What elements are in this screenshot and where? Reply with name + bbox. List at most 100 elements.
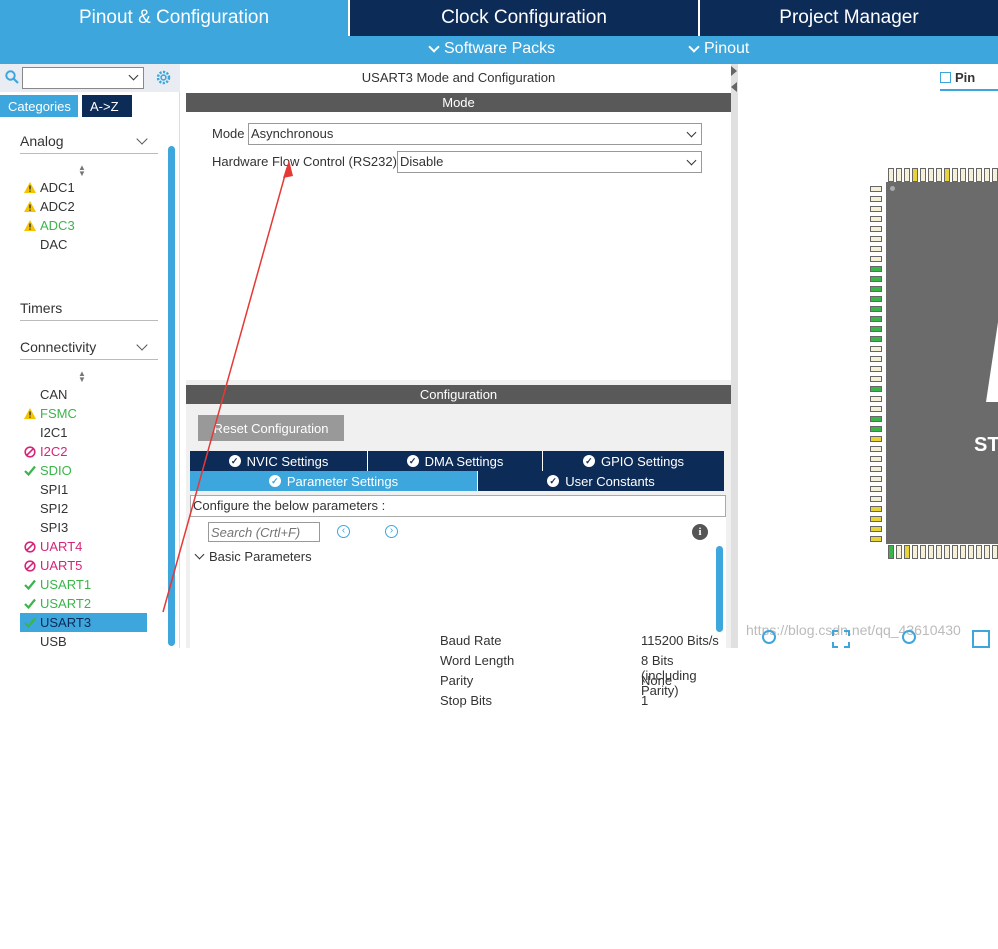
- tab-dma-settings[interactable]: ✓ DMA Settings: [368, 451, 543, 471]
- param-value[interactable]: None: [641, 673, 672, 688]
- fit-view-icon[interactable]: [832, 630, 850, 648]
- chip-pin[interactable]: [870, 356, 882, 362]
- list-item-usb[interactable]: USB: [20, 632, 147, 651]
- flow-control-select[interactable]: Disable: [397, 151, 702, 173]
- tab-nvic-settings[interactable]: ✓ NVIC Settings: [190, 451, 368, 471]
- chip-pin[interactable]: [904, 168, 910, 182]
- next-match-icon[interactable]: ›: [385, 525, 398, 538]
- list-item-usart2[interactable]: USART2: [20, 594, 147, 613]
- chip-pin[interactable]: [870, 326, 882, 332]
- chip-pin[interactable]: [870, 536, 882, 542]
- tab-categories[interactable]: Categories: [0, 95, 78, 117]
- basic-parameters-group[interactable]: Basic Parameters: [194, 549, 312, 564]
- chip-pin[interactable]: [976, 545, 982, 559]
- chip-pin[interactable]: [870, 206, 882, 212]
- previous-match-icon[interactable]: ‹: [337, 525, 350, 538]
- chip-pin[interactable]: [870, 316, 882, 322]
- category-scrollbar[interactable]: [168, 146, 175, 646]
- chip-pin[interactable]: [870, 506, 882, 512]
- tab-a-to-z[interactable]: A->Z: [82, 95, 132, 117]
- chip-pin[interactable]: [870, 456, 882, 462]
- chip-pin[interactable]: [952, 168, 958, 182]
- chip-pin[interactable]: [912, 168, 918, 182]
- list-item-uart4[interactable]: UART4: [20, 537, 147, 556]
- chip-pin[interactable]: [912, 545, 918, 559]
- chip-pin[interactable]: [870, 526, 882, 532]
- section-connectivity[interactable]: Connectivity: [20, 334, 158, 360]
- chip-pin[interactable]: [870, 416, 882, 422]
- tab-project-manager[interactable]: Project Manager: [700, 0, 998, 36]
- chip-pin[interactable]: [870, 406, 882, 412]
- chip-pin[interactable]: [870, 306, 882, 312]
- chip-pin[interactable]: [960, 168, 966, 182]
- chip-pin[interactable]: [870, 236, 882, 242]
- chip-pin[interactable]: [870, 446, 882, 452]
- pinout-menu[interactable]: Pinout: [688, 40, 749, 58]
- list-item-spi1[interactable]: SPI1: [20, 480, 147, 499]
- list-item-i2c1[interactable]: I2C1: [20, 423, 147, 442]
- mcu-chip[interactable]: ST: [886, 182, 998, 544]
- chip-pin[interactable]: [870, 226, 882, 232]
- list-item-can[interactable]: CAN: [20, 385, 147, 404]
- chip-pin[interactable]: [870, 266, 882, 272]
- list-item-sdio[interactable]: SDIO: [20, 461, 147, 480]
- list-item-dac[interactable]: DAC: [20, 235, 147, 254]
- chip-pin[interactable]: [992, 168, 998, 182]
- chip-pin[interactable]: [944, 168, 950, 182]
- chip-pin[interactable]: [870, 486, 882, 492]
- chip-pin[interactable]: [952, 545, 958, 559]
- chip-pin[interactable]: [896, 545, 902, 559]
- zoom-out-icon[interactable]: [902, 630, 916, 644]
- tab-pinout-view[interactable]: Pin: [940, 70, 998, 91]
- tab-parameter-settings[interactable]: ✓ Parameter Settings: [190, 471, 478, 491]
- list-item-usart3[interactable]: USART3: [20, 613, 147, 632]
- chip-pin[interactable]: [870, 516, 882, 522]
- chip-pin[interactable]: [968, 168, 974, 182]
- chip-pin[interactable]: [870, 196, 882, 202]
- list-item-adc3[interactable]: ADC3: [20, 216, 147, 235]
- chip-pin[interactable]: [920, 168, 926, 182]
- list-item-spi3[interactable]: SPI3: [20, 518, 147, 537]
- chip-pin[interactable]: [870, 276, 882, 282]
- chip-pin[interactable]: [870, 496, 882, 502]
- chip-pin[interactable]: [960, 545, 966, 559]
- chip-pin[interactable]: [984, 168, 990, 182]
- chip-pin[interactable]: [870, 366, 882, 372]
- chip-pin[interactable]: [870, 426, 882, 432]
- chip-pin[interactable]: [928, 545, 934, 559]
- section-analog[interactable]: Analog: [20, 128, 158, 154]
- list-item-fsmc[interactable]: FSMC: [20, 404, 147, 423]
- zoom-in-icon[interactable]: [762, 630, 776, 644]
- tab-gpio-settings[interactable]: ✓ GPIO Settings: [543, 451, 724, 471]
- gear-icon[interactable]: [155, 69, 172, 86]
- list-item-usart1[interactable]: USART1: [20, 575, 147, 594]
- tab-pinout-configuration[interactable]: Pinout & Configuration: [0, 0, 350, 36]
- chip-pin[interactable]: [992, 545, 998, 559]
- sort-icon[interactable]: ▲ ▼: [78, 164, 86, 178]
- tab-clock-configuration[interactable]: Clock Configuration: [350, 0, 700, 36]
- reset-configuration-button[interactable]: Reset Configuration: [198, 415, 344, 441]
- chip-pin[interactable]: [968, 545, 974, 559]
- param-value[interactable]: 115200 Bits/s: [641, 633, 719, 648]
- chip-pin[interactable]: [870, 256, 882, 262]
- chip-pin[interactable]: [870, 216, 882, 222]
- parameter-scrollbar[interactable]: [716, 546, 723, 632]
- param-value[interactable]: 1: [641, 693, 648, 708]
- chip-pin[interactable]: [920, 545, 926, 559]
- search-icon[interactable]: [5, 70, 19, 84]
- chip-pin[interactable]: [888, 168, 894, 182]
- list-item-i2c2[interactable]: I2C2: [20, 442, 147, 461]
- chip-pin[interactable]: [870, 286, 882, 292]
- section-timers[interactable]: Timers: [20, 295, 998, 949]
- chip-pin[interactable]: [936, 168, 942, 182]
- chip-pin[interactable]: [896, 168, 902, 182]
- sort-icon[interactable]: ▲ ▼: [78, 370, 86, 384]
- chip-pin[interactable]: [870, 386, 882, 392]
- chip-pin[interactable]: [936, 545, 942, 559]
- tab-user-constants[interactable]: ✓ User Constants: [478, 471, 724, 491]
- chip-pin[interactable]: [870, 336, 882, 342]
- chip-pin[interactable]: [904, 545, 910, 559]
- chip-pin[interactable]: [870, 246, 882, 252]
- list-item-adc1[interactable]: ADC1: [20, 178, 147, 197]
- software-packs-menu[interactable]: Software Packs: [428, 40, 555, 58]
